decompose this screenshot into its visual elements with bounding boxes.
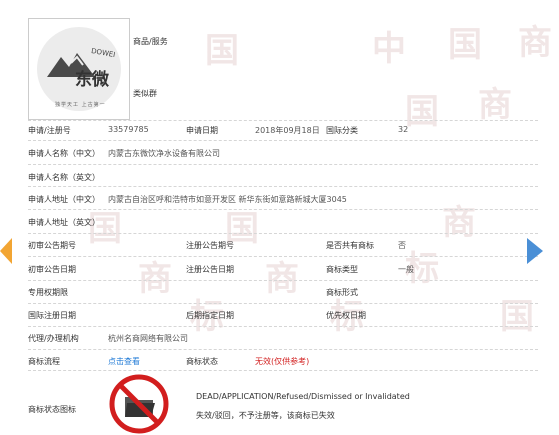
- row-divider: [28, 349, 538, 350]
- watermark-char: 商: [478, 85, 512, 125]
- watermark-char: 商: [138, 259, 172, 299]
- status-text-cn: 失效/驳回，不予注册等，该商标已失效: [196, 411, 335, 420]
- goods-services-label: 商品/服务: [133, 37, 168, 46]
- priority-date-label: 优先权日期: [326, 311, 366, 320]
- watermark-char: 国: [405, 92, 439, 132]
- logo-slogan: 独学天工 上古第一: [55, 102, 106, 108]
- status-text: 无效: [255, 357, 271, 366]
- mark-type-label: 商标类型: [326, 265, 358, 274]
- mark-type-value: 一般: [398, 265, 414, 274]
- row-divider: [28, 370, 538, 371]
- reg-number-label: 申请/注册号: [28, 126, 71, 135]
- later-designation-label: 后期指定日期: [186, 311, 234, 320]
- row-divider: [28, 280, 538, 281]
- status-text-en: DEAD/APPLICATION/Refused/Dismissed or In…: [196, 392, 410, 401]
- row-divider: [28, 186, 538, 187]
- mark-form-label: 商标形式: [326, 288, 358, 297]
- no-folder-icon: [109, 374, 169, 434]
- status-icon-label: 商标状态图标: [28, 405, 76, 414]
- process-view-link[interactable]: 点击查看: [108, 356, 140, 367]
- apply-date-value: 2018年09月18日: [255, 126, 320, 135]
- applicant-name-en-label: 申请人名称（英文）: [28, 173, 100, 182]
- watermark-char: 国: [205, 31, 239, 71]
- shared-mark-value: 否: [398, 241, 406, 250]
- mark-status-value: 无效(仅供参考): [255, 356, 309, 367]
- process-label: 商标流程: [28, 357, 60, 366]
- row-divider: [28, 120, 538, 121]
- applicant-addr-cn-label: 申请人地址（中文）: [28, 195, 100, 204]
- next-arrow-icon[interactable]: [527, 238, 543, 264]
- watermark-char: 商: [265, 259, 299, 299]
- intl-class-value: 32: [398, 125, 409, 134]
- row-divider: [28, 326, 538, 327]
- applicant-addr-cn-value: 内蒙古自治区呼和浩特市如意开发区 新华东街如意路新城大厦3045: [108, 195, 347, 204]
- watermark-char: 国: [500, 297, 534, 337]
- applicant-name-cn-value: 内蒙古东微饮净水设备有限公司: [108, 149, 220, 158]
- exclusive-term-label: 专用权期限: [28, 288, 68, 297]
- prev-arrow-icon[interactable]: [0, 238, 12, 264]
- intl-reg-date-label: 国际注册日期: [28, 311, 76, 320]
- trademark-logo: DOWEI 东微 独学天工 上古第一: [28, 18, 130, 120]
- prelim-issue-label: 初审公告期号: [28, 241, 76, 250]
- intl-class-label: 国际分类: [326, 126, 358, 135]
- agency-label: 代理/办理机构: [28, 334, 79, 343]
- applicant-name-cn-label: 申请人名称（中文）: [28, 149, 100, 158]
- row-divider: [28, 303, 538, 304]
- reg-number-value: 33579785: [108, 125, 149, 134]
- logo-brand-cn: 东微: [75, 70, 109, 90]
- apply-date-label: 申请日期: [186, 126, 218, 135]
- row-divider: [28, 140, 538, 141]
- row-divider: [28, 233, 538, 234]
- applicant-addr-en-label: 申请人地址（英文）: [28, 218, 100, 227]
- watermark-char: 国: [448, 25, 482, 65]
- watermark-char: 商: [518, 23, 552, 63]
- shared-mark-label: 是否共有商标: [326, 241, 374, 250]
- reg-issue-label: 注册公告期号: [186, 241, 234, 250]
- status-note: (仅供参考): [271, 357, 310, 366]
- mark-status-label: 商标状态: [186, 357, 218, 366]
- prelim-date-label: 初审公告日期: [28, 265, 76, 274]
- row-divider: [28, 209, 538, 210]
- row-divider: [28, 256, 538, 257]
- similar-group-label: 类似群: [133, 89, 157, 98]
- reg-date-label: 注册公告日期: [186, 265, 234, 274]
- row-divider: [28, 164, 538, 165]
- agency-value: 杭州名商网络有限公司: [108, 334, 188, 343]
- watermark-char: 中: [372, 29, 406, 69]
- watermark-char: 商: [442, 203, 476, 243]
